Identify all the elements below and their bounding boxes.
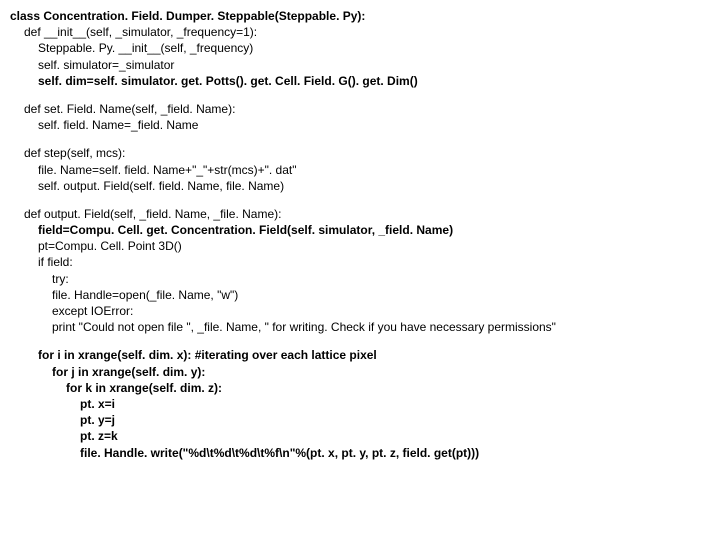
code-line: class Concentration. Field. Dumper. Step… <box>10 8 710 24</box>
code-line: def set. Field. Name(self, _field. Name)… <box>10 101 710 117</box>
code-line: print "Could not open file ", _file. Nam… <box>10 319 710 335</box>
code-line: pt. y=j <box>10 412 710 428</box>
code-line: self. field. Name=_field. Name <box>10 117 710 133</box>
code-line: pt. z=k <box>10 428 710 444</box>
code-line: if field: <box>10 254 710 270</box>
code-line: except IOError: <box>10 303 710 319</box>
code-line: def __init__(self, _simulator, _frequenc… <box>10 24 710 40</box>
code-line: Steppable. Py. __init__(self, _frequency… <box>10 40 710 56</box>
code-line: file. Name=self. field. Name+"_"+str(mcs… <box>10 162 710 178</box>
code-line: self. output. Field(self. field. Name, f… <box>10 178 710 194</box>
code-line: for i in xrange(self. dim. x): #iteratin… <box>10 347 710 363</box>
code-line: self. dim=self. simulator. get. Potts().… <box>10 73 710 89</box>
code-line: file. Handle=open(_file. Name, "w") <box>10 287 710 303</box>
code-line: field=Compu. Cell. get. Concentration. F… <box>10 222 710 238</box>
code-line: for k in xrange(self. dim. z): <box>10 380 710 396</box>
code-line: self. simulator=_simulator <box>10 57 710 73</box>
code-line: file. Handle. write("%d\t%d\t%d\t%f\n"%(… <box>10 445 710 461</box>
code-line: pt. x=i <box>10 396 710 412</box>
code-line: for j in xrange(self. dim. y): <box>10 364 710 380</box>
code-line: def output. Field(self, _field. Name, _f… <box>10 206 710 222</box>
code-line: try: <box>10 271 710 287</box>
code-line: pt=Compu. Cell. Point 3D() <box>10 238 710 254</box>
code-line: def step(self, mcs): <box>10 145 710 161</box>
